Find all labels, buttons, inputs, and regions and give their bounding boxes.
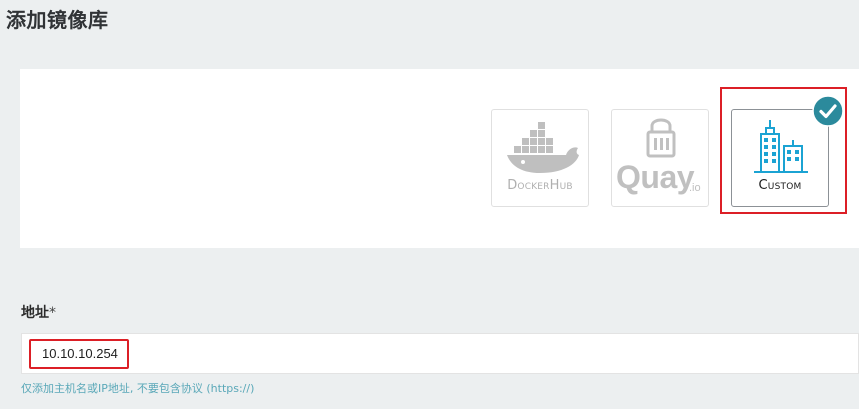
address-help-text: 仅添加主机名或IP地址, 不要包含协议 (https://)	[21, 382, 255, 395]
provider-label-custom: Custom	[758, 178, 802, 193]
provider-panel: DockerHub Quay .io Custom	[20, 69, 859, 248]
page-title: 添加镜像库	[6, 8, 109, 32]
provider-card-dockerhub[interactable]: DockerHub	[491, 109, 589, 207]
provider-card-quay[interactable]: Quay .io	[611, 109, 709, 207]
provider-label-quay: Quay	[616, 159, 695, 195]
check-circle-icon	[812, 95, 844, 127]
address-label: 地址*	[21, 302, 56, 322]
docker-whale-icon	[507, 122, 579, 173]
provider-label-dockerhub: DockerHub	[507, 178, 573, 193]
address-input[interactable]	[21, 333, 859, 374]
quay-lock-icon	[646, 118, 676, 158]
address-label-text: 地址	[21, 305, 49, 321]
required-mark: *	[49, 305, 56, 321]
provider-suffix-quay: .io	[689, 182, 701, 194]
